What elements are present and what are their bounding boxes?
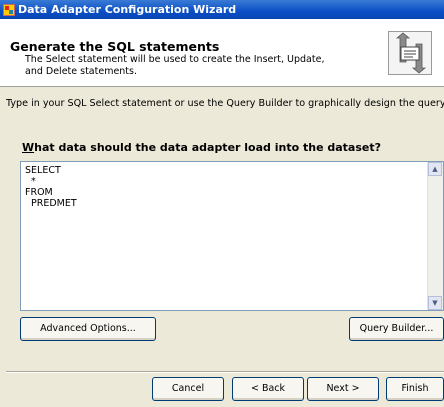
sql-generate-icon [388,31,432,75]
sql-prompt-rest: hat data should the data adapter load in… [34,141,381,154]
back-label: < Back [250,383,286,394]
app-icon [3,3,15,16]
instructions-text: Type in your SQL Select statement or use… [6,98,444,109]
advanced-options-label: Advanced Options... [40,323,136,334]
title-bar[interactable]: Data Adapter Configuration Wizard [0,0,444,19]
cancel-button[interactable]: Cancel [152,377,224,401]
footer-divider [6,371,444,373]
scroll-up-icon[interactable]: ▲ [428,162,442,176]
next-button[interactable]: Next > [307,377,379,401]
page-description: The Select statement will be used to cre… [25,54,325,77]
vertical-scrollbar[interactable]: ▲ ▼ [427,162,443,310]
back-button[interactable]: < Back [232,377,304,401]
sql-prompt-label: What data should the data adapter load i… [22,141,381,154]
cancel-label: Cancel [171,383,205,394]
window-title: Data Adapter Configuration Wizard [18,3,237,16]
advanced-options-button[interactable]: Advanced Options... [20,317,156,341]
sql-editor[interactable]: SELECT * FROM PREDMET ▲ ▼ [20,161,444,311]
query-builder-label: Query Builder... [359,323,434,334]
page-title: Generate the SQL statements [10,39,220,54]
next-label: Next > [326,383,360,394]
accesskey-letter: W [22,141,35,154]
sql-text[interactable]: SELECT * FROM PREDMET [25,165,77,209]
query-builder-button[interactable]: Query Builder... [349,317,444,341]
scroll-down-icon[interactable]: ▼ [428,296,442,310]
wizard-header: Generate the SQL statements The Select s… [0,19,444,87]
finish-button[interactable]: Finish [386,377,444,401]
finish-label: Finish [401,383,429,394]
